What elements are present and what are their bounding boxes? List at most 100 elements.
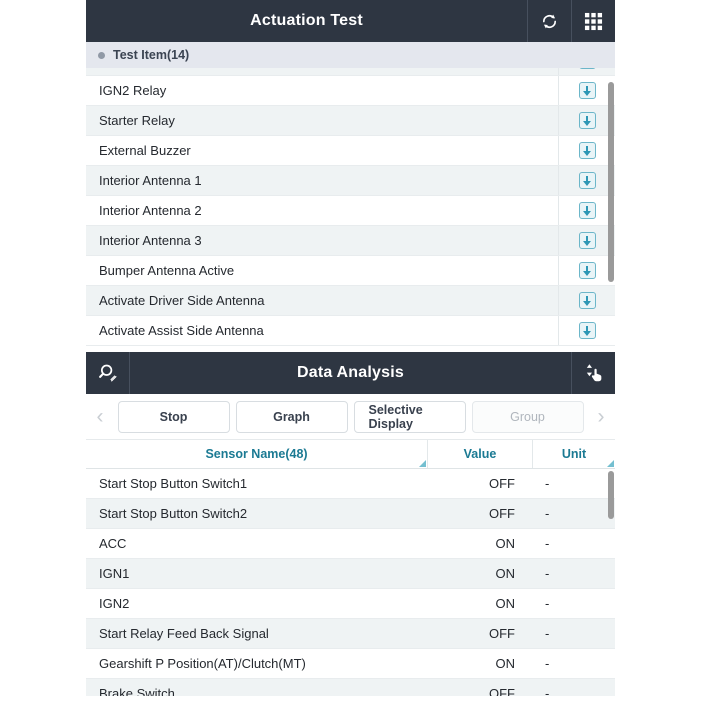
sensor-table-row[interactable]: Start Stop Button Switch2OFF-: [86, 499, 615, 529]
toolbar-button-stop[interactable]: Stop: [118, 401, 230, 433]
sensor-table-row[interactable]: Gearshift P Position(AT)/Clutch(MT)ON-: [86, 649, 615, 679]
actuation-item-run-button[interactable]: [558, 76, 615, 105]
sensor-unit-cell: -: [533, 626, 615, 641]
sensor-value-cell: OFF: [428, 686, 533, 696]
column-header-unit-label: Unit: [562, 447, 586, 461]
sensor-value-cell: ON: [428, 656, 533, 671]
actuation-item-row[interactable]: Interior Antenna 2: [86, 196, 615, 226]
sensor-table-scrollbar[interactable]: [608, 471, 614, 519]
column-header-unit[interactable]: Unit: [533, 440, 615, 468]
download-icon: [579, 142, 596, 159]
actuation-list-scrollbar[interactable]: [608, 82, 614, 282]
actuation-item-row[interactable]: Starter Relay: [86, 106, 615, 136]
data-analysis-toolbar: ‹ StopGraphSelective DisplayGroup ›: [86, 394, 615, 440]
data-analysis-panel: Data Analysis ‹ StopGraphSelective Displ…: [86, 352, 615, 696]
download-icon: [579, 68, 596, 69]
actuation-item-label: Activate Assist Side Antenna: [86, 323, 558, 338]
actuation-item-run-button[interactable]: [558, 256, 615, 285]
sensor-name-cell: Start Relay Feed Back Signal: [86, 626, 428, 641]
sensor-value-cell: OFF: [428, 476, 533, 491]
grid-icon: [584, 12, 603, 31]
sensor-table-row[interactable]: IGN2ON-: [86, 589, 615, 619]
column-resize-handle-unit[interactable]: [607, 460, 614, 467]
sensor-unit-cell: -: [533, 536, 615, 551]
download-icon: [579, 112, 596, 129]
actuation-test-header: Actuation Test: [86, 0, 615, 42]
download-icon: [579, 322, 596, 339]
toolbar-next-button[interactable]: ›: [587, 406, 615, 427]
download-icon: [579, 172, 596, 189]
sensor-name-cell: IGN1: [86, 566, 428, 581]
actuation-item-run-button[interactable]: [558, 196, 615, 225]
sensor-table-row[interactable]: Brake SwitchOFF-: [86, 679, 615, 696]
drag-gesture-icon: [583, 362, 605, 384]
actuation-item-row[interactable]: IGN1 Relay: [86, 68, 615, 76]
toolbar-button-graph[interactable]: Graph: [236, 401, 348, 433]
toolbar-prev-button[interactable]: ‹: [86, 406, 114, 427]
sensor-unit-cell: -: [533, 566, 615, 581]
actuation-item-row[interactable]: Activate Driver Side Antenna: [86, 286, 615, 316]
actuation-item-run-button[interactable]: [558, 68, 615, 75]
search-button[interactable]: [86, 352, 130, 394]
sensor-name-cell: IGN2: [86, 596, 428, 611]
column-header-sensor-name[interactable]: Sensor Name(48): [86, 440, 428, 468]
sensor-value-cell: ON: [428, 566, 533, 581]
sensor-table-row[interactable]: Start Stop Button Switch1OFF-: [86, 469, 615, 499]
actuation-item-row[interactable]: Interior Antenna 3: [86, 226, 615, 256]
column-header-value[interactable]: Value: [428, 440, 533, 468]
refresh-button[interactable]: [527, 0, 571, 42]
actuation-item-label: Starter Relay: [86, 113, 558, 128]
sensor-name-cell: Start Stop Button Switch1: [86, 476, 428, 491]
download-icon: [579, 292, 596, 309]
sensor-table-header: Sensor Name(48) Value Unit: [86, 440, 615, 469]
download-icon: [579, 202, 596, 219]
actuation-item-label: IGN2 Relay: [86, 83, 558, 98]
toolbar-buttons: StopGraphSelective DisplayGroup: [114, 401, 587, 433]
sensor-unit-cell: -: [533, 596, 615, 611]
sensor-value-cell: ON: [428, 596, 533, 611]
sensor-table-row[interactable]: Start Relay Feed Back SignalOFF-: [86, 619, 615, 649]
sensor-value-cell: OFF: [428, 506, 533, 521]
actuation-item-row[interactable]: External Buzzer: [86, 136, 615, 166]
actuation-item-label: External Buzzer: [86, 143, 558, 158]
actuation-item-run-button[interactable]: [558, 286, 615, 315]
sensor-table-row[interactable]: IGN1ON-: [86, 559, 615, 589]
actuation-item-run-button[interactable]: [558, 166, 615, 195]
sensor-name-cell: Gearshift P Position(AT)/Clutch(MT): [86, 656, 428, 671]
actuation-test-panel: Actuation Test: [86, 0, 615, 353]
sensor-value-cell: ON: [428, 536, 533, 551]
actuation-item-run-button[interactable]: [558, 106, 615, 135]
sensor-name-cell: Brake Switch: [86, 686, 428, 696]
toolbar-button-selective-display[interactable]: Selective Display: [354, 401, 466, 433]
actuation-item-row[interactable]: IGN2 Relay: [86, 76, 615, 106]
actuation-item-run-button[interactable]: [558, 136, 615, 165]
grid-view-button[interactable]: [571, 0, 615, 42]
sensor-unit-cell: -: [533, 686, 615, 696]
actuation-item-list[interactable]: IGN1 Relay IGN2 Relay Starter Relay Externa…: [86, 68, 615, 353]
drag-gesture-button[interactable]: [571, 352, 615, 394]
download-icon: [579, 232, 596, 249]
toolbar-button-group: Group: [472, 401, 584, 433]
sensor-table-row[interactable]: ACCON-: [86, 529, 615, 559]
test-item-group-label: Test Item(14): [113, 48, 189, 62]
actuation-item-run-button[interactable]: [558, 316, 615, 345]
sensor-unit-cell: -: [533, 476, 615, 491]
actuation-item-row[interactable]: Bumper Antenna Active: [86, 256, 615, 286]
sensor-unit-cell: -: [533, 506, 615, 521]
download-icon: [579, 262, 596, 279]
actuation-item-row[interactable]: Interior Antenna 1: [86, 166, 615, 196]
actuation-item-run-button[interactable]: [558, 226, 615, 255]
sensor-table-body[interactable]: Start Stop Button Switch1OFF-Start Stop …: [86, 469, 615, 696]
sensor-name-cell: ACC: [86, 536, 428, 551]
sensor-name-cell: Start Stop Button Switch2: [86, 506, 428, 521]
download-icon: [579, 82, 596, 99]
actuation-item-label: Interior Antenna 3: [86, 233, 558, 248]
actuation-item-label: Bumper Antenna Active: [86, 263, 558, 278]
actuation-item-row[interactable]: Activate Assist Side Antenna: [86, 316, 615, 346]
sensor-unit-cell: -: [533, 656, 615, 671]
sensor-value-cell: OFF: [428, 626, 533, 641]
column-resize-handle-name[interactable]: [419, 460, 426, 467]
column-header-value-label: Value: [464, 447, 497, 461]
data-analysis-header: Data Analysis: [86, 352, 615, 394]
test-item-group-header: Test Item(14): [86, 42, 615, 68]
